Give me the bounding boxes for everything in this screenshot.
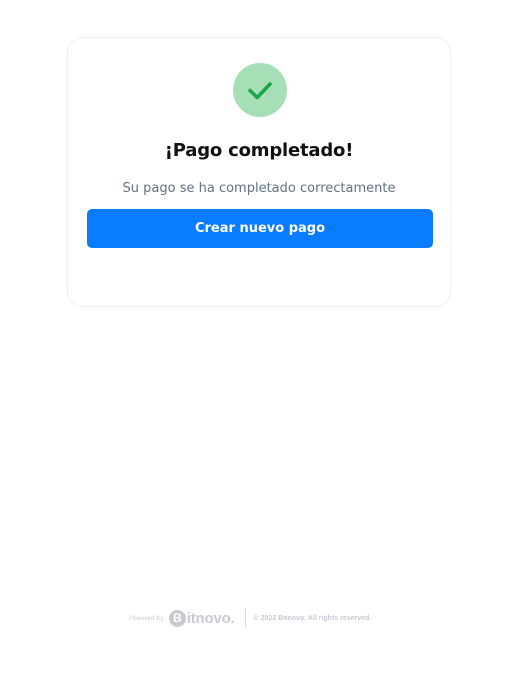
check-icon: [248, 82, 272, 100]
payment-success-card: ¡Pago completado! Su pago se ha completa…: [67, 37, 451, 307]
bitnovo-coin-icon: B: [168, 609, 186, 627]
payment-result-page: ¡Pago completado! Su pago se ha completa…: [0, 0, 514, 684]
bitnovo-logo: B itnovo.: [168, 609, 235, 627]
footer-divider: [244, 609, 246, 627]
copyright-text: © 2022 Bitnovo. All rights reserved.: [253, 614, 372, 622]
bitnovo-logo-text: itnovo.: [186, 609, 235, 627]
create-new-payment-button[interactable]: Crear nuevo pago: [87, 209, 433, 248]
success-badge: [233, 63, 287, 117]
powered-by-label: Powered by: [129, 614, 164, 622]
payment-success-title: ¡Pago completado!: [164, 140, 354, 161]
payment-success-message: Su pago se ha completado correctamente: [122, 181, 396, 196]
footer: Powered by B itnovo. © 2022 Bitnovo. All…: [129, 607, 389, 629]
